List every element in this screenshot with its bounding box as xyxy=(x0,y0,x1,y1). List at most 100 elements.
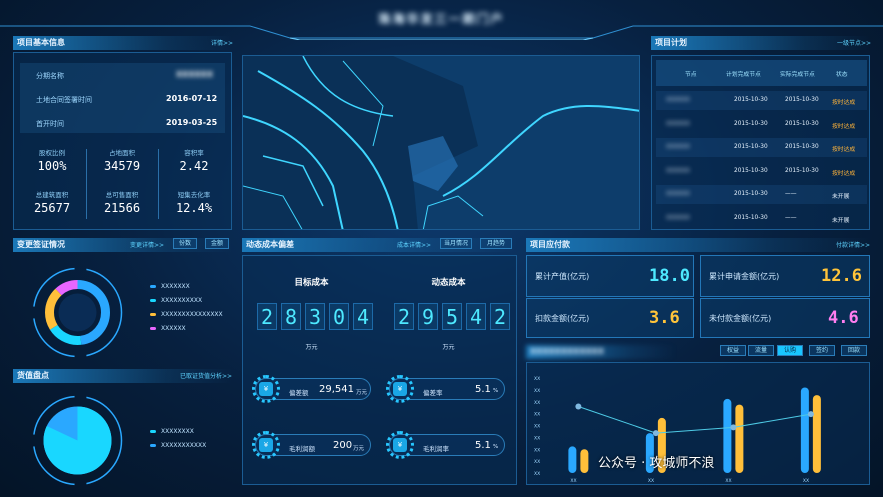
legend-item-1: XXXXXXXXXX xyxy=(150,297,202,304)
map[interactable] xyxy=(243,56,640,230)
metric-unit-3: % xyxy=(493,444,499,450)
trend-button[interactable]: 月趋势 xyxy=(480,238,512,249)
target-cost-label: 目标成本 xyxy=(294,278,329,288)
dynamic-digit: 2 xyxy=(490,303,510,330)
bar-3-1[interactable] xyxy=(812,395,821,473)
legend-label: XXXXXXX xyxy=(161,283,190,290)
change-visa-donut[interactable] xyxy=(30,265,125,360)
stat-label-4: 总可售面积 xyxy=(105,191,139,199)
plan-cell-actual: 2015-10-30 xyxy=(785,120,819,127)
cargo-link[interactable]: 已取证货值分析>> xyxy=(180,371,232,380)
y-tick-label: XX xyxy=(534,471,540,477)
trend-point-0[interactable] xyxy=(575,403,582,410)
legend-dot xyxy=(150,299,156,302)
legend-dot xyxy=(150,327,156,330)
yen-icon: ¥ xyxy=(393,382,407,396)
sales-tab-2[interactable]: 认购 xyxy=(777,345,803,356)
target-digit: 3 xyxy=(305,303,325,330)
legend-label: XXXXXX xyxy=(161,325,186,332)
sales-tab-4[interactable]: 回款 xyxy=(841,345,867,356)
info-label-2: 首开时间 xyxy=(36,120,64,128)
plan-cell-plan: 2015-10-30 xyxy=(734,97,768,103)
monthly-button[interactable]: 当月情况 xyxy=(440,238,472,249)
payment-value-2: 3.6 xyxy=(649,308,680,328)
payment-value-1: 12.6 xyxy=(821,266,862,286)
bar-3-0[interactable] xyxy=(800,387,809,474)
metric-unit-2: 万元 xyxy=(353,446,365,452)
project-plan-link[interactable]: 一级节点>> xyxy=(837,38,871,47)
metric-unit-0: 万元 xyxy=(356,390,368,396)
trend-point-2[interactable] xyxy=(730,424,737,431)
sales-tab-0[interactable]: 权益 xyxy=(720,345,746,356)
target-digit: 2 xyxy=(257,303,277,330)
bar-2-0[interactable] xyxy=(723,398,732,473)
sales-tab-3[interactable]: 签约 xyxy=(809,345,835,356)
plan-header-actual: 实际完成节点 xyxy=(780,72,815,78)
plan-cell-status: 按时达成 xyxy=(832,147,856,153)
payment-label-1: 累计申请金额(亿元) xyxy=(709,272,780,281)
legend-dot xyxy=(150,285,156,288)
plan-cell-status: 按时达成 xyxy=(832,100,856,106)
legend-item-3: XXXXXX xyxy=(150,325,186,332)
stat-label-0: 股权比例 xyxy=(39,149,65,157)
change-visa-link[interactable]: 变更详情>> xyxy=(130,240,164,249)
plan-cell-actual: 2015-10-30 xyxy=(785,144,819,150)
legend-label: XXXXXXXX xyxy=(161,428,194,435)
plan-cell-plan: 2015-10-30 xyxy=(734,214,768,221)
sales-tab-1[interactable]: 流量 xyxy=(748,345,774,356)
payment-link[interactable]: 付款详情>> xyxy=(836,240,870,249)
trend-point-3[interactable] xyxy=(807,411,814,418)
plan-cell-plan: 2015-10-30 xyxy=(734,167,768,174)
bar-0-1[interactable] xyxy=(580,449,589,473)
count-button[interactable]: 份数 xyxy=(173,238,197,249)
project-info-detail-link[interactable]: 详情>> xyxy=(211,38,233,47)
info-label-1: 土地合同签署时间 xyxy=(36,96,92,104)
target-digit: 0 xyxy=(329,303,349,330)
info-value-1: 2016-07-12 xyxy=(166,94,218,103)
yen-icon: ¥ xyxy=(259,382,273,396)
payment-card-1: 累计申请金额(亿元) 12.6 xyxy=(700,255,870,297)
legend-dot xyxy=(150,313,156,316)
watermark: 公众号 · 攻城师不浪 xyxy=(598,456,715,471)
info-label-0: 分期名称 xyxy=(36,72,64,80)
payment-card-2: 扣款金额(亿元) 3.6 xyxy=(526,298,694,338)
change-visa-title: 变更签证情况 xyxy=(13,238,232,252)
plan-header-node: 节点 xyxy=(685,72,697,78)
bar-0-0[interactable] xyxy=(568,446,577,473)
target-unit: 万元 xyxy=(305,344,318,351)
stat-divider xyxy=(86,149,87,219)
y-tick-label: XX xyxy=(534,412,540,418)
yen-icon: ¥ xyxy=(393,438,407,452)
plan-cell-node: XXXXXX xyxy=(666,167,690,174)
page-title: 珠海华发三一期门户 xyxy=(378,12,505,26)
metric-value-2: 200 xyxy=(333,440,353,451)
plan-cell-actual: —— xyxy=(785,214,797,221)
project-info-title: 项目基本信息 xyxy=(13,36,232,50)
cost-panel: 目标成本 动态成本 2 8 3 0 4 2 9 5 4 2 万元 万元 ¥ 偏差… xyxy=(242,255,517,485)
cost-link[interactable]: 成本详情>> xyxy=(397,240,431,249)
cargo-legend-1: XXXXXXXXXXX xyxy=(150,442,206,449)
stat-value-1: 34579 xyxy=(103,159,141,173)
legend-item-0: XXXXXXX xyxy=(150,283,190,290)
plan-cell-node: XXXXXX xyxy=(666,144,690,150)
plan-cell-node: XXXXXX xyxy=(666,120,690,127)
dynamic-digit: 4 xyxy=(466,303,486,330)
dynamic-unit: 万元 xyxy=(442,344,455,351)
plan-cell-plan: 2015-10-30 xyxy=(734,144,768,150)
map-panel[interactable] xyxy=(242,55,640,230)
yen-icon: ¥ xyxy=(259,438,273,452)
payment-card-0: 累计产值(亿元) 18.0 xyxy=(526,255,694,297)
payment-label-2: 扣款金额(亿元) xyxy=(535,314,590,323)
stat-value-0: 100% xyxy=(37,159,67,173)
metric-value-0: 29,541 xyxy=(319,384,354,395)
metric-label-2: 毛利润额 xyxy=(289,445,315,453)
plan-cell-actual: 2015-10-30 xyxy=(785,97,819,103)
stat-value-3: 25677 xyxy=(33,201,71,215)
cargo-pie[interactable] xyxy=(30,393,125,488)
amount-button[interactable]: 金额 xyxy=(205,238,229,249)
x-tick-label: XX xyxy=(648,478,654,484)
payment-title: 项目应付款 xyxy=(526,238,870,252)
trend-point-1[interactable] xyxy=(652,430,659,437)
metric-value-1: 5.1 xyxy=(475,384,491,395)
bar-2-1[interactable] xyxy=(735,404,744,473)
